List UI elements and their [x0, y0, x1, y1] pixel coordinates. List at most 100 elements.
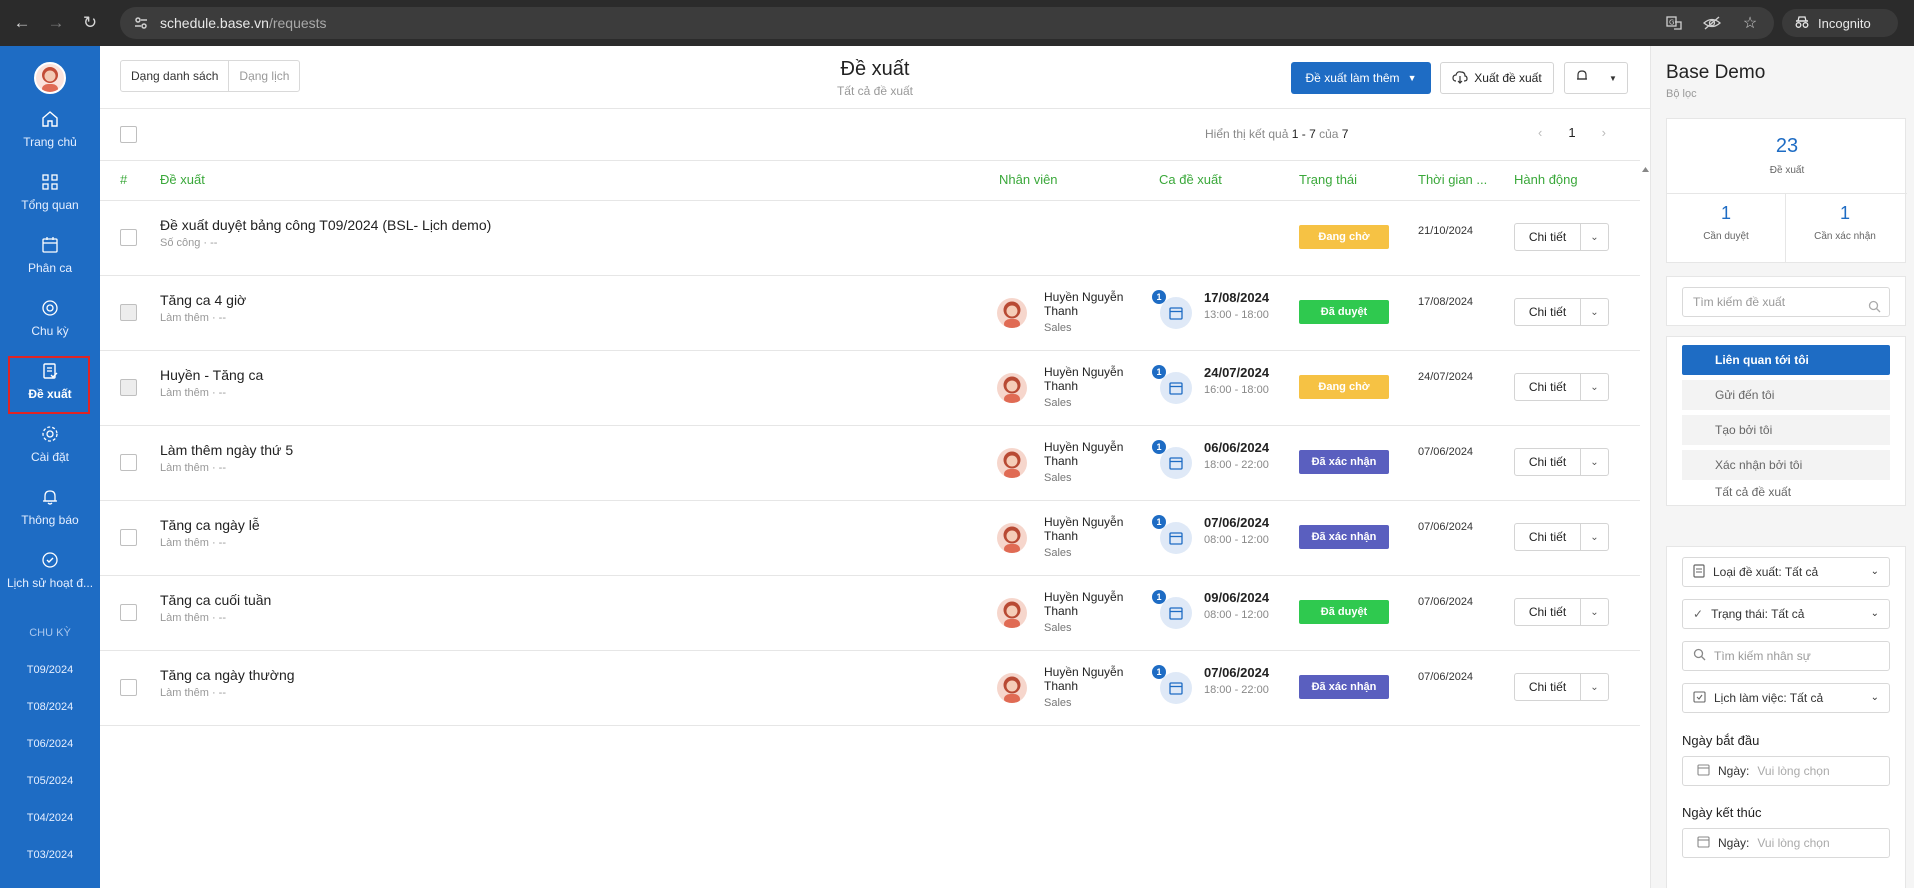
- row-checkbox[interactable]: [120, 454, 137, 471]
- pagination: ‹ 1 ›: [1538, 125, 1606, 140]
- detail-button[interactable]: Chi tiết: [1515, 449, 1581, 475]
- sidebar-item-shifts[interactable]: Phân ca: [0, 234, 100, 294]
- sidebar-item-settings[interactable]: Cài đặt: [0, 423, 100, 483]
- status-badge: Đã xác nhận: [1299, 525, 1389, 549]
- request-title[interactable]: Tăng ca 4 giờ: [160, 292, 246, 308]
- row-checkbox[interactable]: [120, 304, 137, 321]
- chevron-down-icon[interactable]: ⌄: [1581, 224, 1608, 250]
- detail-button[interactable]: Chi tiết: [1515, 374, 1581, 400]
- type-select[interactable]: Loại đề xuất: Tất cả ⌄: [1682, 557, 1890, 587]
- employee-dept: Sales: [1044, 397, 1072, 409]
- chevron-down-icon[interactable]: ⌄: [1581, 374, 1608, 400]
- shift-time: 18:00 - 22:00: [1204, 684, 1269, 696]
- filter-related-to-me[interactable]: Liên quan tới tôi: [1682, 345, 1890, 375]
- notification-dropdown[interactable]: ▼: [1564, 62, 1628, 94]
- user-avatar[interactable]: [34, 62, 66, 94]
- site-settings-icon[interactable]: [132, 14, 150, 32]
- avatar: [997, 673, 1027, 703]
- scrollbar[interactable]: [1641, 164, 1650, 884]
- row-checkbox[interactable]: [120, 379, 137, 396]
- period-item[interactable]: T05/2024: [0, 775, 100, 787]
- end-date-input[interactable]: Ngày: Vui lòng chọn: [1682, 828, 1890, 858]
- divider: [100, 160, 1640, 161]
- row-checkbox[interactable]: [120, 679, 137, 696]
- sidebar-item-cycle[interactable]: Chu kỳ: [0, 297, 100, 357]
- total-count[interactable]: 23: [1667, 135, 1907, 158]
- table-row[interactable]: Làm thêm ngày thứ 5 Làm thêm · -- Huyền …: [100, 426, 1640, 501]
- period-item[interactable]: T04/2024: [0, 812, 100, 824]
- row-checkbox[interactable]: [120, 529, 137, 546]
- detail-button[interactable]: Chi tiết: [1515, 599, 1581, 625]
- period-item[interactable]: T08/2024: [0, 701, 100, 713]
- table-row[interactable]: Tăng ca ngày thường Làm thêm · -- Huyền …: [100, 651, 1640, 726]
- sidebar-item-history[interactable]: Lịch sử hoạt đ...: [0, 549, 100, 609]
- sidebar-item-home[interactable]: Trang chủ: [0, 108, 100, 168]
- detail-button[interactable]: Chi tiết: [1515, 524, 1581, 550]
- request-meta: Làm thêm · --: [160, 537, 227, 549]
- table-row[interactable]: Huyền - Tăng ca Làm thêm · -- Huyền Nguy…: [100, 351, 1640, 426]
- export-button[interactable]: Xuất đề xuất: [1440, 62, 1554, 94]
- column-header-request: Đề xuất: [160, 172, 205, 187]
- request-title[interactable]: Tăng ca ngày lễ: [160, 517, 260, 533]
- row-checkbox[interactable]: [120, 229, 137, 246]
- start-date-input[interactable]: Ngày: Vui lòng chọn: [1682, 756, 1890, 786]
- request-title[interactable]: Đề xuất duyệt bảng công T09/2024 (BSL- L…: [160, 217, 491, 233]
- next-page-icon[interactable]: ›: [1602, 125, 1606, 140]
- request-title[interactable]: Huyền - Tăng ca: [160, 367, 263, 383]
- page-number[interactable]: 1: [1568, 125, 1575, 140]
- staff-search-input[interactable]: Tìm kiếm nhân sự: [1682, 641, 1890, 671]
- select-all-checkbox[interactable]: [120, 126, 137, 143]
- filter-sent-to-me[interactable]: Gửi đến tôi: [1682, 380, 1890, 410]
- period-item[interactable]: T03/2024: [0, 849, 100, 861]
- table-row[interactable]: Tăng ca ngày lễ Làm thêm · -- Huyền Nguy…: [100, 501, 1640, 576]
- request-title[interactable]: Tăng ca ngày thường: [160, 667, 295, 683]
- request-time: 17/08/2024: [1418, 296, 1474, 308]
- filter-created-by-me[interactable]: Tạo bởi tôi: [1682, 415, 1890, 445]
- shift-date: 17/08/2024: [1204, 290, 1270, 305]
- table-row[interactable]: Tăng ca 4 giờ Làm thêm · -- Huyền Nguyễn…: [100, 276, 1640, 351]
- table-row[interactable]: Đề xuất duyệt bảng công T09/2024 (BSL- L…: [100, 201, 1640, 276]
- request-title[interactable]: Làm thêm ngày thứ 5: [160, 442, 293, 458]
- filter-all[interactable]: Tất cả đề xuất: [1682, 485, 1890, 499]
- status-select[interactable]: ✓ Trạng thái: Tất cả ⌄: [1682, 599, 1890, 629]
- table-row[interactable]: Tăng ca cuối tuần Làm thêm · -- Huyền Ng…: [100, 576, 1640, 651]
- employee-name: Huyền Nguyễn Thanh: [1044, 590, 1124, 618]
- detail-button[interactable]: Chi tiết: [1515, 224, 1581, 250]
- reload-icon[interactable]: ↻: [78, 11, 102, 35]
- prev-page-icon[interactable]: ‹: [1538, 125, 1542, 140]
- row-checkbox[interactable]: [120, 604, 137, 621]
- star-icon[interactable]: ☆: [1740, 13, 1760, 33]
- gear-icon: [39, 423, 61, 445]
- chevron-down-icon[interactable]: ⌄: [1581, 674, 1608, 700]
- back-icon[interactable]: ←: [10, 11, 34, 35]
- chevron-down-icon[interactable]: ⌄: [1581, 524, 1608, 550]
- detail-button[interactable]: Chi tiết: [1515, 674, 1581, 700]
- address-bar[interactable]: schedule.base.vn/requests G ☆: [120, 7, 1774, 39]
- calendar-icon: [1160, 447, 1192, 479]
- create-overtime-button[interactable]: Đề xuất làm thêm ▼: [1291, 62, 1431, 94]
- shift-count-badge: 1: [1152, 365, 1166, 379]
- status-badge: Đã duyệt: [1299, 600, 1389, 624]
- request-meta: Làm thêm · --: [160, 312, 227, 324]
- search-input[interactable]: Tìm kiếm đề xuất: [1682, 287, 1890, 317]
- incognito-badge[interactable]: Incognito: [1782, 9, 1898, 37]
- chevron-down-icon[interactable]: ⌄: [1581, 599, 1608, 625]
- filter-confirmed-by-me[interactable]: Xác nhận bởi tôi: [1682, 450, 1890, 480]
- translate-icon[interactable]: G: [1664, 13, 1684, 33]
- request-meta: Làm thêm · --: [160, 612, 227, 624]
- eye-off-icon[interactable]: [1702, 13, 1722, 33]
- chevron-down-icon[interactable]: ⌄: [1581, 449, 1608, 475]
- need-approve-count[interactable]: 1: [1667, 203, 1785, 224]
- url-text: schedule.base.vn/requests: [160, 15, 327, 31]
- schedule-select[interactable]: Lịch làm việc: Tất cả ⌄: [1682, 683, 1890, 713]
- cycle-icon: [39, 297, 61, 319]
- detail-button[interactable]: Chi tiết: [1515, 299, 1581, 325]
- period-item[interactable]: T06/2024: [0, 738, 100, 750]
- chevron-down-icon[interactable]: ⌄: [1581, 299, 1608, 325]
- forward-icon[interactable]: →: [44, 11, 68, 35]
- period-item[interactable]: T09/2024: [0, 664, 100, 676]
- request-title[interactable]: Tăng ca cuối tuần: [160, 592, 271, 608]
- sidebar-item-overview[interactable]: Tổng quan: [0, 171, 100, 231]
- sidebar-item-notifications[interactable]: Thông báo: [0, 486, 100, 546]
- need-confirm-count[interactable]: 1: [1786, 203, 1904, 224]
